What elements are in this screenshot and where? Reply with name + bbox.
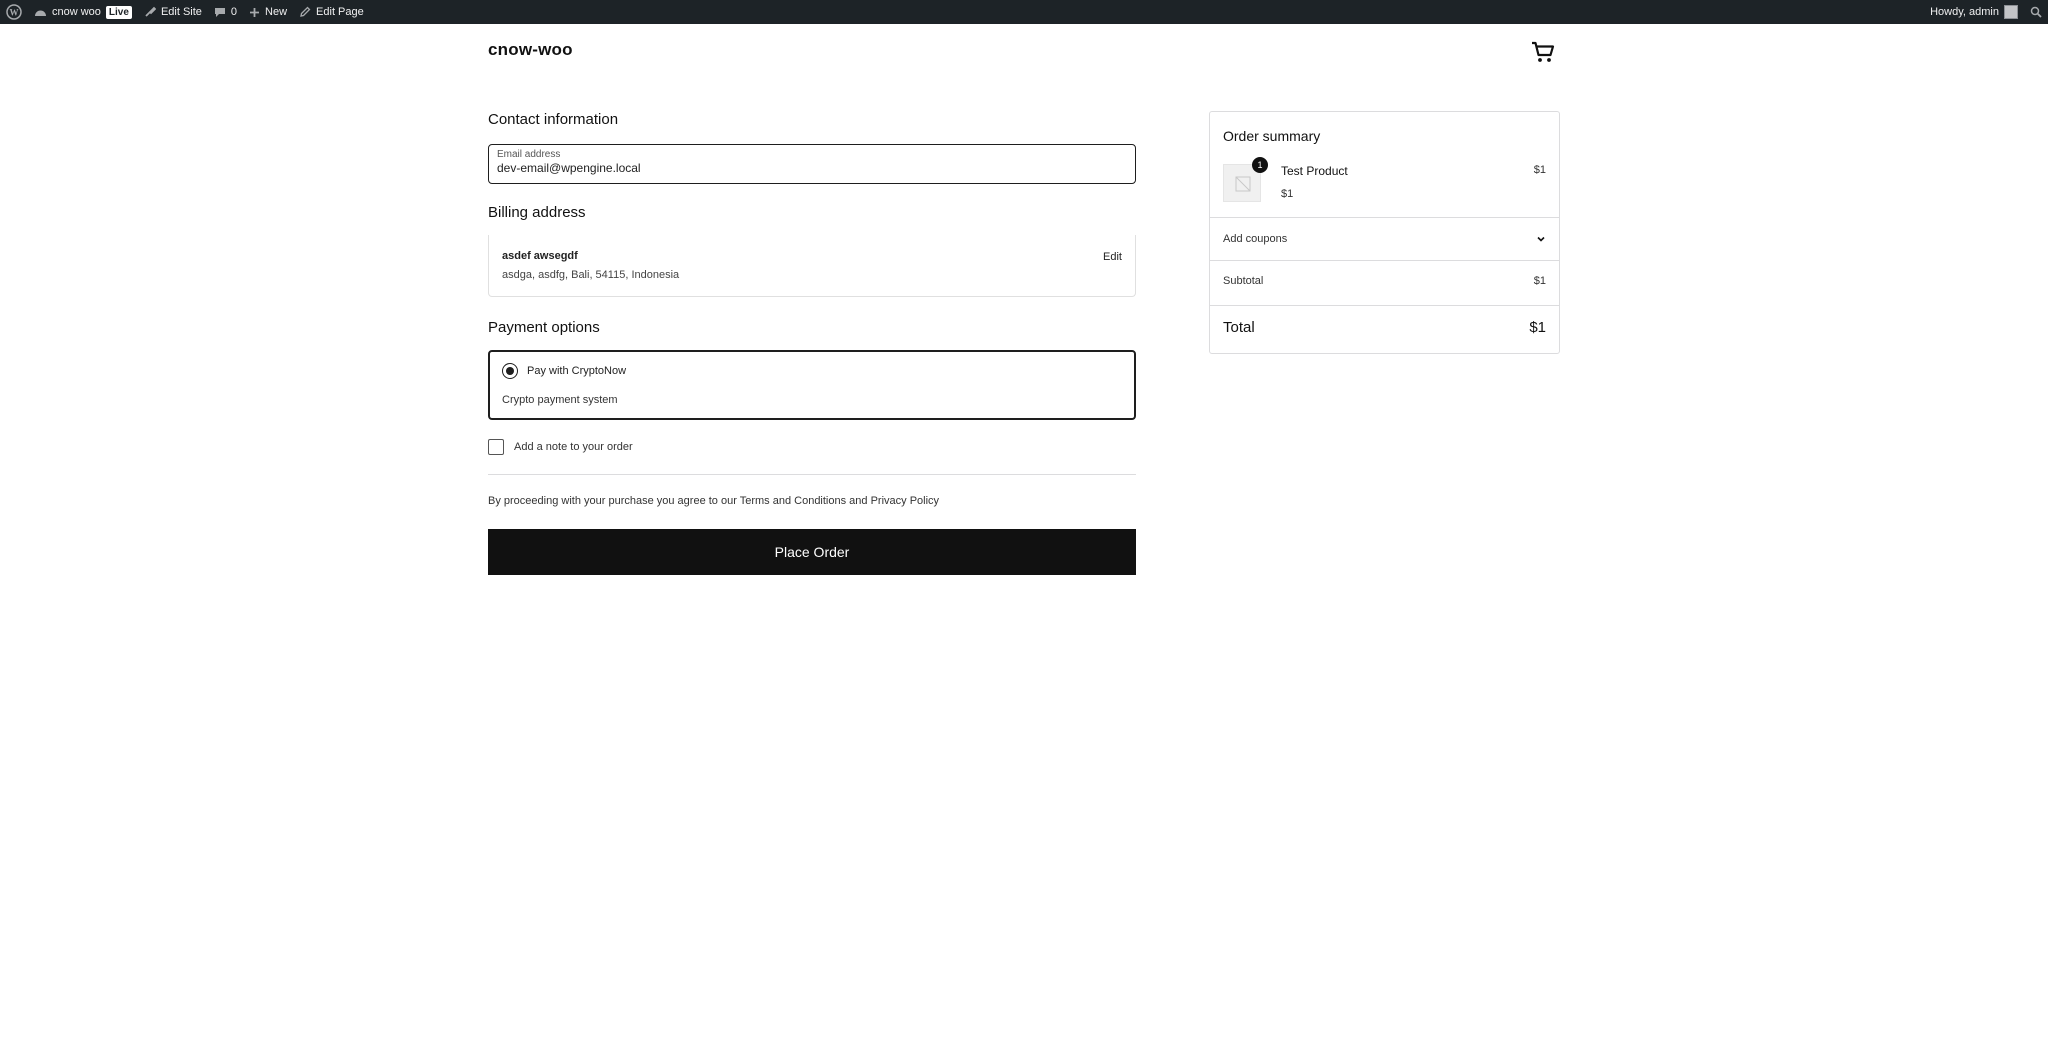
live-badge: Live bbox=[105, 5, 132, 19]
edit-site-link[interactable]: Edit Site bbox=[138, 0, 208, 24]
email-label: Email address bbox=[497, 149, 561, 160]
howdy-text: Howdy, admin bbox=[1930, 6, 1999, 18]
new-label: New bbox=[265, 6, 288, 18]
avatar bbox=[2004, 5, 2018, 19]
payment-radio[interactable] bbox=[502, 363, 518, 379]
divider bbox=[488, 474, 1136, 475]
pencil-icon bbox=[300, 6, 311, 17]
admin-bar: W cnow woo Live Edit Site 0 New Edit Pag… bbox=[0, 0, 2048, 24]
contact-title: Contact information bbox=[488, 111, 619, 128]
summary-divider bbox=[1210, 305, 1559, 306]
cart-icon[interactable] bbox=[1530, 39, 1556, 65]
wordpress-logo-button[interactable]: W bbox=[0, 0, 28, 24]
site-name: cnow woo bbox=[52, 6, 101, 18]
order-note-label[interactable]: Add a note to your order bbox=[514, 441, 633, 453]
summary-divider bbox=[1210, 260, 1559, 261]
order-note-checkbox[interactable] bbox=[488, 439, 504, 455]
billing-address-card: asdef awsegdf asdga, asdfg, Bali, 54115,… bbox=[488, 235, 1136, 297]
site-name-link[interactable]: cnow woo Live bbox=[28, 0, 138, 24]
comments-link[interactable]: 0 bbox=[208, 0, 243, 24]
subtotal-value: $1 bbox=[1533, 275, 1546, 287]
billing-title: Billing address bbox=[488, 204, 586, 221]
svg-text:W: W bbox=[10, 8, 19, 18]
billing-edit-link[interactable]: Edit bbox=[1103, 251, 1122, 263]
search-icon bbox=[2030, 6, 2042, 18]
site-title[interactable]: cnow-woo bbox=[488, 40, 573, 60]
comment-icon bbox=[214, 8, 225, 17]
payment-method-label[interactable]: Pay with CryptoNow bbox=[527, 365, 626, 377]
order-summary: Order summary 1 Test Product $1 $1 Add c… bbox=[1209, 111, 1560, 354]
payment-option-card[interactable]: Pay with CryptoNow Crypto payment system bbox=[488, 350, 1136, 420]
edit-site-label: Edit Site bbox=[160, 6, 202, 18]
brush-icon bbox=[145, 6, 156, 17]
edit-page-label: Edit Page bbox=[316, 6, 364, 18]
quantity-badge: 1 bbox=[1252, 157, 1268, 173]
payment-method-description: Crypto payment system bbox=[502, 394, 618, 406]
terms-text: By proceeding with your purchase you agr… bbox=[488, 495, 940, 507]
place-order-button[interactable]: Place Order bbox=[488, 529, 1136, 575]
new-content-link[interactable]: New bbox=[243, 0, 293, 24]
subtotal-label: Subtotal bbox=[1223, 275, 1264, 287]
add-coupons-toggle[interactable]: Add coupons bbox=[1210, 218, 1559, 260]
product-line-total: $1 bbox=[1533, 164, 1546, 176]
total-label: Total bbox=[1223, 319, 1255, 336]
dashboard-icon bbox=[35, 10, 46, 16]
comments-count: 0 bbox=[230, 6, 238, 18]
billing-name: asdef awsegdf bbox=[502, 250, 578, 262]
plus-icon bbox=[250, 7, 260, 17]
product-unit-price: $1 bbox=[1281, 188, 1294, 200]
edit-page-link[interactable]: Edit Page bbox=[293, 0, 370, 24]
order-summary-title: Order summary bbox=[1223, 128, 1321, 144]
chevron-down-icon bbox=[1537, 236, 1545, 242]
wordpress-icon: W bbox=[6, 4, 22, 20]
email-input[interactable] bbox=[497, 160, 1127, 176]
add-coupons-label: Add coupons bbox=[1223, 233, 1288, 245]
product-name: Test Product bbox=[1281, 164, 1348, 178]
billing-address: asdga, asdfg, Bali, 54115, Indonesia bbox=[502, 269, 680, 281]
image-placeholder-icon bbox=[1235, 176, 1251, 192]
search-button[interactable] bbox=[2024, 0, 2048, 24]
total-value: $1 bbox=[1529, 319, 1546, 336]
email-field[interactable]: Email address bbox=[488, 144, 1136, 184]
my-account-link[interactable]: Howdy, admin bbox=[1924, 0, 2024, 24]
payment-title: Payment options bbox=[488, 319, 600, 336]
